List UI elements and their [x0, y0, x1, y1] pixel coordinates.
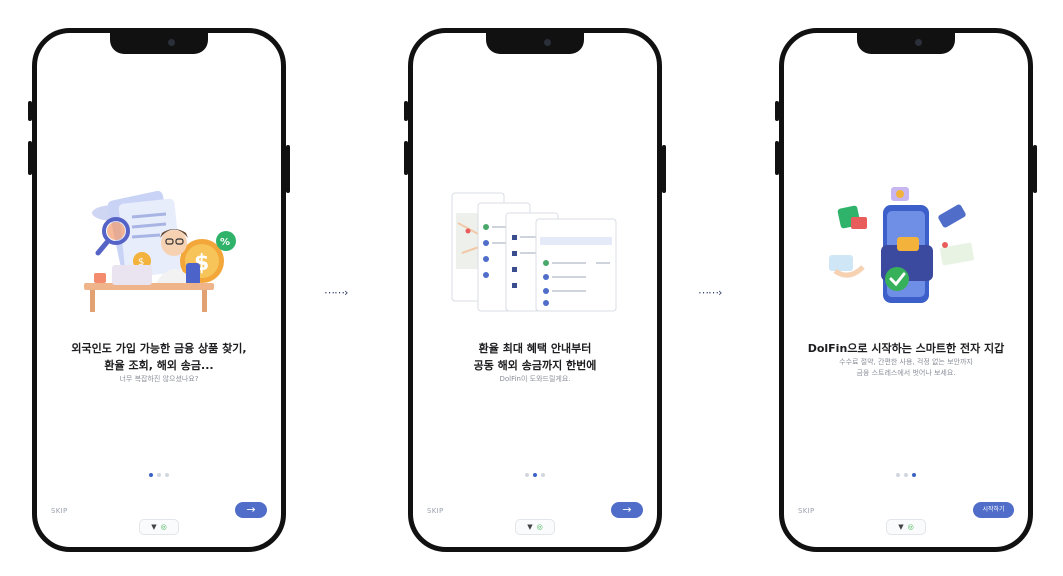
onboarding-subtitle: 너무 복잡하진 않으셨나요?	[119, 375, 199, 383]
pagination-dots	[896, 473, 916, 477]
side-button	[775, 141, 779, 175]
side-button	[28, 141, 32, 175]
title-line: 외국인도 가입 가능한 금융 상품 찾기,	[71, 342, 247, 355]
onboarding-title: DolFin으로 시작하는 스마트한 전자 지갑 수수료 절약, 간편한 사용,…	[784, 340, 1028, 379]
home-circle-icon[interactable]: ◎	[908, 523, 914, 531]
start-button[interactable]: 시작하기	[973, 502, 1014, 518]
side-button	[404, 101, 408, 121]
browser-homebar: ▼ ◎	[515, 519, 555, 535]
phone-screen-1: $ $ % 외국인도 가입 가능한 금융 상품 찾기, 환율 조회, 해외 송금…	[28, 28, 290, 552]
home-circle-icon[interactable]: ◎	[161, 523, 167, 531]
page-dot-active	[912, 473, 916, 477]
next-button[interactable]: →	[235, 502, 267, 518]
page-dot	[896, 473, 900, 477]
app-screens-illustration	[451, 192, 617, 312]
onboarding-subtitle: 금융 스트레스에서 벗어나 보세요.	[856, 369, 956, 377]
title-line: 환율 조회, 해외 송금...	[104, 359, 214, 372]
back-triangle-icon[interactable]: ▼	[527, 523, 532, 531]
page-dot	[165, 473, 169, 477]
side-button	[1033, 145, 1037, 193]
page-dot	[525, 473, 529, 477]
side-button	[404, 141, 408, 175]
home-circle-icon[interactable]: ◎	[537, 523, 543, 531]
back-triangle-icon[interactable]: ▼	[151, 523, 156, 531]
page-dot	[541, 473, 545, 477]
finance-man-illustration: $ $ %	[84, 190, 236, 312]
title-line: DolFin으로 시작하는 스마트한 전자 지갑	[807, 342, 1005, 355]
page-dot	[904, 473, 908, 477]
pagination-dots	[525, 473, 545, 477]
page-dot	[157, 473, 161, 477]
side-button	[775, 101, 779, 121]
title-line: 환율 최대 혜택 안내부터	[478, 342, 592, 355]
onboarding-subtitle: 수수료 절약, 간편한 사용, 걱정 없는 보안까지	[839, 358, 973, 366]
side-button	[28, 101, 32, 121]
title-line: 공동 해외 송금까지 한번에	[473, 359, 597, 372]
next-button[interactable]: →	[611, 502, 643, 518]
skip-button[interactable]: SKIP	[427, 507, 444, 515]
arrow-right-icon: →	[622, 503, 632, 516]
side-button	[662, 145, 666, 193]
back-triangle-icon[interactable]: ▼	[898, 523, 903, 531]
smart-wallet-illustration	[829, 187, 975, 303]
connector-arrow: ⋯⋯›	[324, 286, 348, 299]
connector-arrow: ⋯⋯›	[698, 286, 722, 299]
page-dot-active	[533, 473, 537, 477]
skip-button[interactable]: SKIP	[51, 507, 68, 515]
page-dot-active	[149, 473, 153, 477]
browser-homebar: ▼ ◎	[139, 519, 179, 535]
phone-screen-3: DolFin으로 시작하는 스마트한 전자 지갑 수수료 절약, 간편한 사용,…	[775, 28, 1037, 552]
onboarding-title: 환율 최대 혜택 안내부터 공동 해외 송금까지 한번에 DolFin이 도와드…	[413, 340, 657, 385]
browser-homebar: ▼ ◎	[886, 519, 926, 535]
pagination-dots	[149, 473, 169, 477]
arrow-right-icon: →	[246, 503, 256, 516]
phone-screen-2: 환율 최대 혜택 안내부터 공동 해외 송금까지 한번에 DolFin이 도와드…	[404, 28, 666, 552]
onboarding-title: 외국인도 가입 가능한 금융 상품 찾기, 환율 조회, 해외 송금... 너무…	[37, 340, 281, 385]
skip-button[interactable]: SKIP	[798, 507, 815, 515]
side-button	[286, 145, 290, 193]
svg-text:%: %	[220, 237, 230, 248]
onboarding-subtitle: DolFin이 도와드릴게요.	[499, 375, 571, 383]
